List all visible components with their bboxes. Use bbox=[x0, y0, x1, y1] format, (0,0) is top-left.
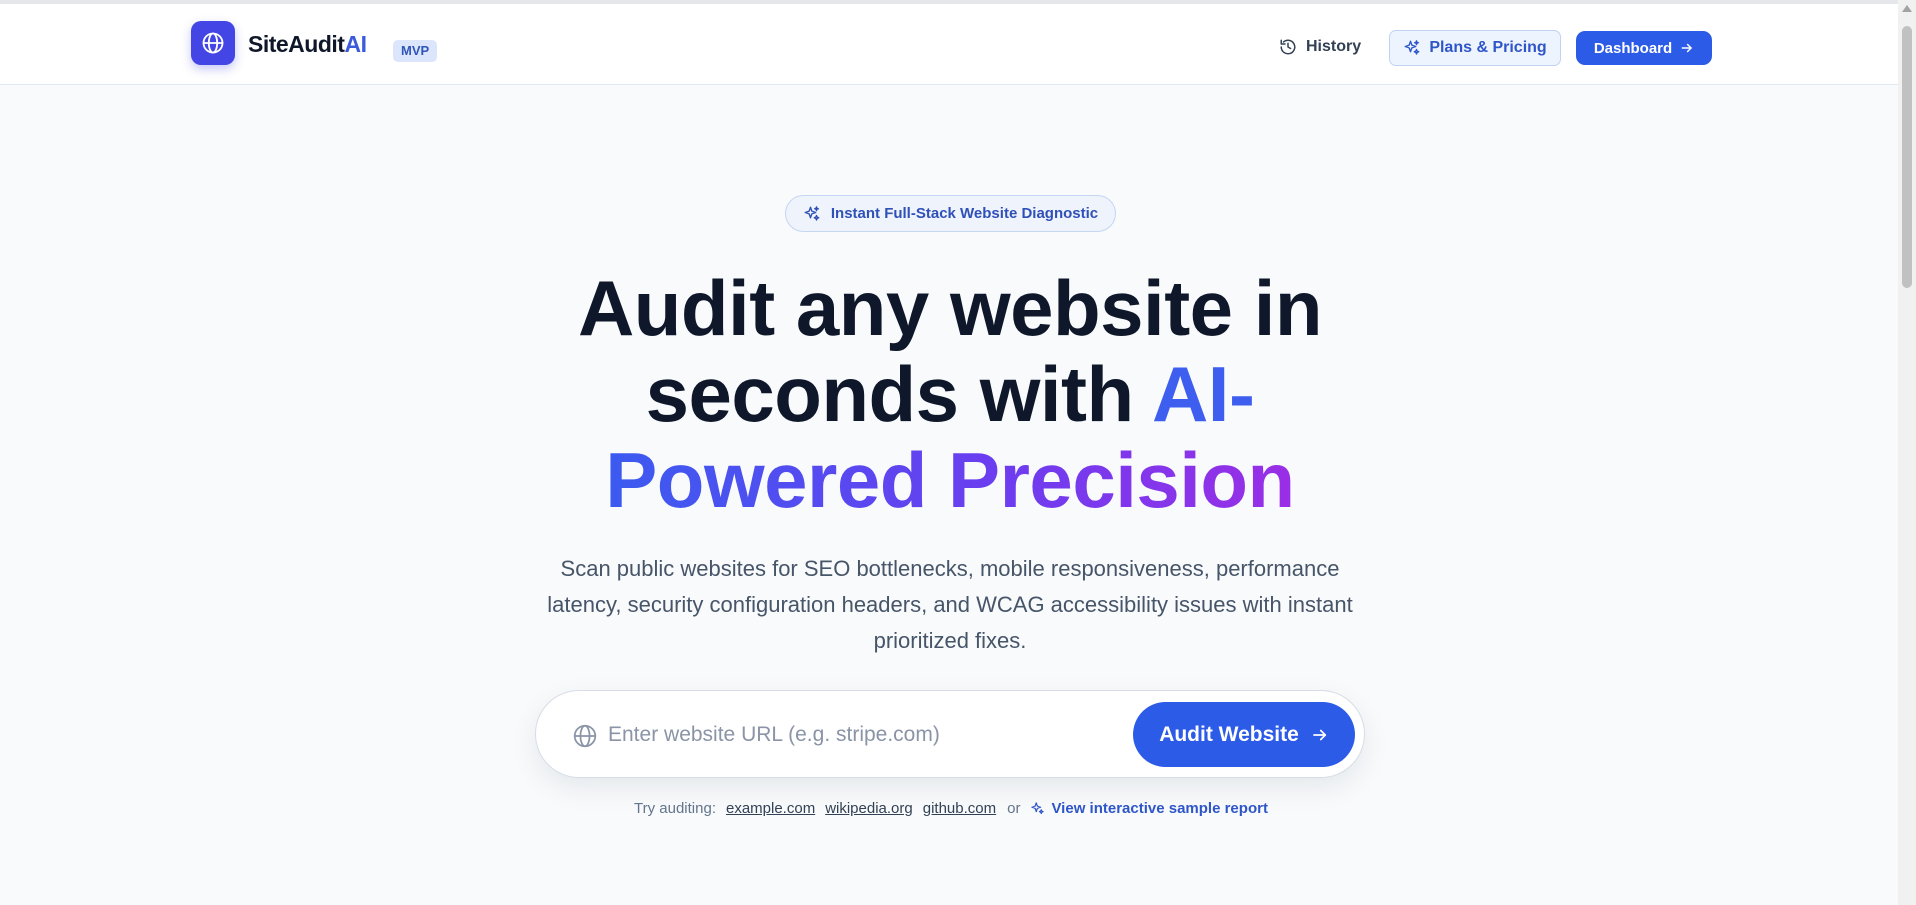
brand-name[interactable]: SiteAuditAI bbox=[248, 31, 367, 58]
mvp-badge: MVP bbox=[393, 40, 438, 62]
sparkles-icon bbox=[1031, 801, 1045, 814]
site-header: SiteAuditAI MVP History Plans & Pricing … bbox=[0, 4, 1898, 85]
sparkles-icon bbox=[1404, 40, 1420, 55]
sample-report-link[interactable]: View interactive sample report bbox=[1030, 799, 1268, 817]
nav-history-label: History bbox=[1306, 38, 1362, 55]
arrow-right-icon bbox=[1681, 43, 1692, 53]
audit-website-button[interactable]: Audit Website bbox=[1133, 702, 1355, 767]
brand-accent: AI bbox=[344, 31, 367, 57]
arrow-right-icon bbox=[1312, 729, 1326, 740]
scroll-thumb[interactable] bbox=[1902, 26, 1912, 288]
hero-headline: Audit any website in seconds with AI- Po… bbox=[508, 265, 1392, 523]
headline-line-3: Powered Precision bbox=[605, 436, 1295, 524]
page-scrollbar[interactable] bbox=[1898, 0, 1916, 905]
feature-pill-label: Instant Full-Stack Website Diagnostic bbox=[830, 205, 1099, 222]
search-globe bbox=[572, 723, 598, 749]
headline-accent: AI- bbox=[1151, 350, 1255, 438]
suggestions-or: or bbox=[1007, 799, 1021, 817]
globe-icon bbox=[202, 32, 224, 54]
audit-website-label: Audit Website bbox=[1159, 722, 1299, 746]
suggestion-example[interactable]: example.com bbox=[726, 800, 815, 817]
dashboard-label: Dashboard bbox=[1593, 39, 1673, 57]
feature-pill: Instant Full-Stack Website Diagnostic bbox=[785, 195, 1116, 232]
logo[interactable] bbox=[191, 21, 235, 65]
suggestions-row: Try auditing: example.com wikipedia.org … bbox=[634, 797, 1268, 819]
plans-pricing-button[interactable]: Plans & Pricing bbox=[1389, 30, 1561, 66]
scroll-up-arrow-icon[interactable] bbox=[1902, 5, 1912, 12]
globe-icon bbox=[573, 724, 597, 748]
headline-line-2: seconds with bbox=[645, 350, 1152, 438]
url-input[interactable] bbox=[608, 713, 1088, 757]
dashboard-button[interactable]: Dashboard bbox=[1576, 31, 1712, 65]
url-search-bar: Audit Website bbox=[535, 690, 1365, 778]
brand-main: SiteAudit bbox=[248, 31, 345, 57]
suggestions-label: Try auditing: bbox=[634, 799, 716, 817]
nav-history-link[interactable]: History bbox=[1279, 34, 1361, 60]
history-clock-icon bbox=[1280, 39, 1296, 55]
headline-line-1: Audit any website in bbox=[577, 264, 1323, 352]
sparkles-icon bbox=[804, 205, 820, 221]
suggestion-wikipedia[interactable]: wikipedia.org bbox=[825, 800, 913, 817]
sample-report-label: View interactive sample report bbox=[1051, 799, 1268, 817]
hero-subtitle: Scan public websites for SEO bottlenecks… bbox=[547, 556, 1353, 653]
plans-pricing-label: Plans & Pricing bbox=[1429, 39, 1547, 56]
suggestion-github[interactable]: github.com bbox=[923, 800, 996, 817]
